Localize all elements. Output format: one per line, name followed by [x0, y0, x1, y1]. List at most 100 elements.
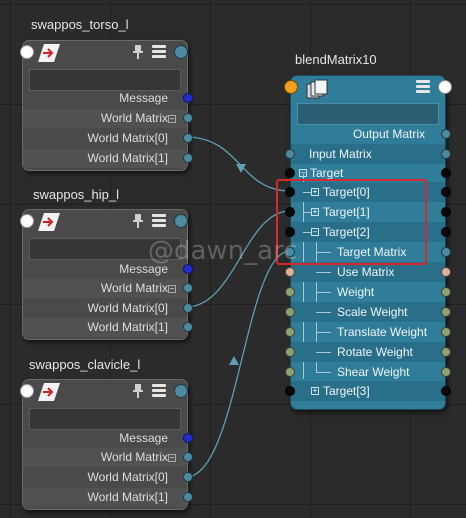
transform-node-icon [37, 43, 61, 68]
node-input-plug[interactable] [20, 45, 34, 59]
attr-label: World Matrix[0] [87, 470, 168, 484]
attr-label: Shear Weight [337, 365, 410, 379]
attribute-list-icon[interactable] [151, 213, 167, 234]
attr-row-target-3[interactable]: + Target[3] [285, 381, 451, 401]
node-input-plug[interactable] [20, 384, 34, 398]
attr-row-shear-weight[interactable]: Shear Weight [285, 362, 451, 382]
collapse-icon[interactable]: – [168, 115, 176, 123]
attr-label: World Matrix [100, 450, 168, 464]
collapse-icon[interactable]: – [168, 454, 176, 462]
output-plug[interactable] [183, 492, 193, 502]
node-header[interactable] [23, 41, 187, 67]
output-plug[interactable] [441, 129, 451, 139]
output-plug[interactable] [441, 149, 451, 159]
input-plug[interactable] [285, 307, 295, 317]
output-plug[interactable] [183, 472, 193, 482]
attr-row-rotate-weight[interactable]: Rotate Weight [285, 342, 451, 362]
node-output-plug[interactable] [174, 45, 188, 59]
attr-label: World Matrix[1] [87, 490, 168, 504]
output-plug[interactable] [183, 283, 193, 293]
attr-row-message[interactable]: Message [23, 89, 193, 108]
input-plug[interactable] [285, 386, 295, 396]
watermark: @dawn_arc [148, 236, 298, 266]
input-plug[interactable] [285, 149, 295, 159]
output-plug[interactable] [441, 287, 451, 297]
attr-row-scale-weight[interactable]: Scale Weight [285, 302, 451, 322]
collapse-icon[interactable]: – [168, 285, 176, 293]
node-output-plug[interactable] [174, 384, 188, 398]
node-name-field[interactable] [29, 408, 181, 430]
node-input-plug[interactable] [284, 80, 298, 94]
node-title: swappos_clavicle_l [29, 357, 141, 372]
attr-row-world-matrix[interactable]: World Matrix – [23, 279, 193, 298]
output-plug[interactable] [441, 367, 451, 377]
attr-row-world-matrix-1[interactable]: World Matrix[1] [23, 149, 193, 168]
transform-node-icon [37, 212, 61, 237]
node-name-field[interactable] [297, 103, 439, 125]
output-plug[interactable] [183, 153, 193, 163]
output-plug[interactable] [441, 207, 451, 217]
output-plug[interactable] [183, 93, 193, 103]
input-plug[interactable] [285, 367, 295, 377]
output-plug[interactable] [183, 133, 193, 143]
attr-row-message[interactable]: Message [23, 429, 193, 448]
output-plug[interactable] [441, 327, 451, 337]
input-plug[interactable] [285, 267, 295, 277]
tree-line [316, 352, 331, 353]
attr-label: World Matrix[0] [87, 301, 168, 315]
attr-row-world-matrix-0[interactable]: World Matrix[0] [23, 129, 193, 148]
node-header[interactable] [23, 380, 187, 406]
attr-row-world-matrix-1[interactable]: World Matrix[1] [23, 488, 193, 507]
attr-row-translate-weight[interactable]: Translate Weight [285, 322, 451, 342]
tree-line [316, 372, 331, 373]
node-input-plug[interactable] [20, 214, 34, 228]
attr-label: Message [119, 431, 168, 445]
input-plug[interactable] [285, 327, 295, 337]
attr-label: Output Matrix [352, 127, 425, 141]
node-name-field[interactable] [29, 69, 181, 91]
output-plug[interactable] [441, 227, 451, 237]
node-title: blendMatrix10 [295, 52, 377, 67]
attribute-list-icon[interactable] [415, 79, 431, 100]
transform-node-torso[interactable]: Message World Matrix – World Matrix[0] W… [22, 40, 193, 171]
attribute-list-icon[interactable] [151, 383, 167, 404]
transform-node-hip[interactable]: Message World Matrix – World Matrix[0] W… [22, 209, 193, 340]
attr-row-output-matrix[interactable]: Output Matrix [291, 124, 451, 144]
output-plug[interactable] [441, 307, 451, 317]
node-output-plug[interactable] [174, 214, 188, 228]
pin-icon[interactable] [133, 45, 143, 64]
attr-row-world-matrix[interactable]: World Matrix – [23, 448, 193, 467]
attr-row-world-matrix-0[interactable]: World Matrix[0] [23, 468, 193, 487]
node-header[interactable] [23, 210, 187, 236]
output-plug[interactable] [183, 322, 193, 332]
output-plug[interactable] [441, 187, 451, 197]
node-output-plug[interactable] [438, 80, 452, 94]
transform-node-clavicle[interactable]: Message World Matrix – World Matrix[0] W… [22, 379, 193, 510]
input-plug[interactable] [285, 287, 295, 297]
node-header[interactable] [291, 76, 445, 102]
pin-icon[interactable] [133, 384, 143, 403]
output-plug[interactable] [441, 347, 451, 357]
attr-label: Use Matrix [337, 265, 395, 279]
input-plug[interactable] [285, 347, 295, 357]
attribute-list-icon[interactable] [151, 44, 167, 65]
output-plug[interactable] [183, 303, 193, 313]
attr-row-world-matrix-0[interactable]: World Matrix[0] [23, 299, 193, 318]
output-plug[interactable] [441, 247, 451, 257]
expand-icon[interactable]: + [311, 387, 319, 395]
attr-row-weight[interactable]: Weight [285, 282, 451, 302]
attr-row-input-matrix[interactable]: Input Matrix [285, 144, 451, 164]
attr-label: Scale Weight [337, 305, 408, 319]
attr-row-use-matrix[interactable]: Use Matrix [285, 262, 451, 282]
pin-icon[interactable] [133, 214, 143, 233]
output-plug[interactable] [183, 433, 193, 443]
tree-line [316, 272, 331, 273]
input-plug[interactable] [285, 168, 295, 178]
output-plug[interactable] [183, 452, 193, 462]
attr-row-world-matrix-1[interactable]: World Matrix[1] [23, 318, 193, 337]
output-plug[interactable] [441, 386, 451, 396]
attr-row-world-matrix[interactable]: World Matrix – [23, 109, 193, 128]
output-plug[interactable] [441, 168, 451, 178]
output-plug[interactable] [441, 267, 451, 277]
output-plug[interactable] [183, 113, 193, 123]
